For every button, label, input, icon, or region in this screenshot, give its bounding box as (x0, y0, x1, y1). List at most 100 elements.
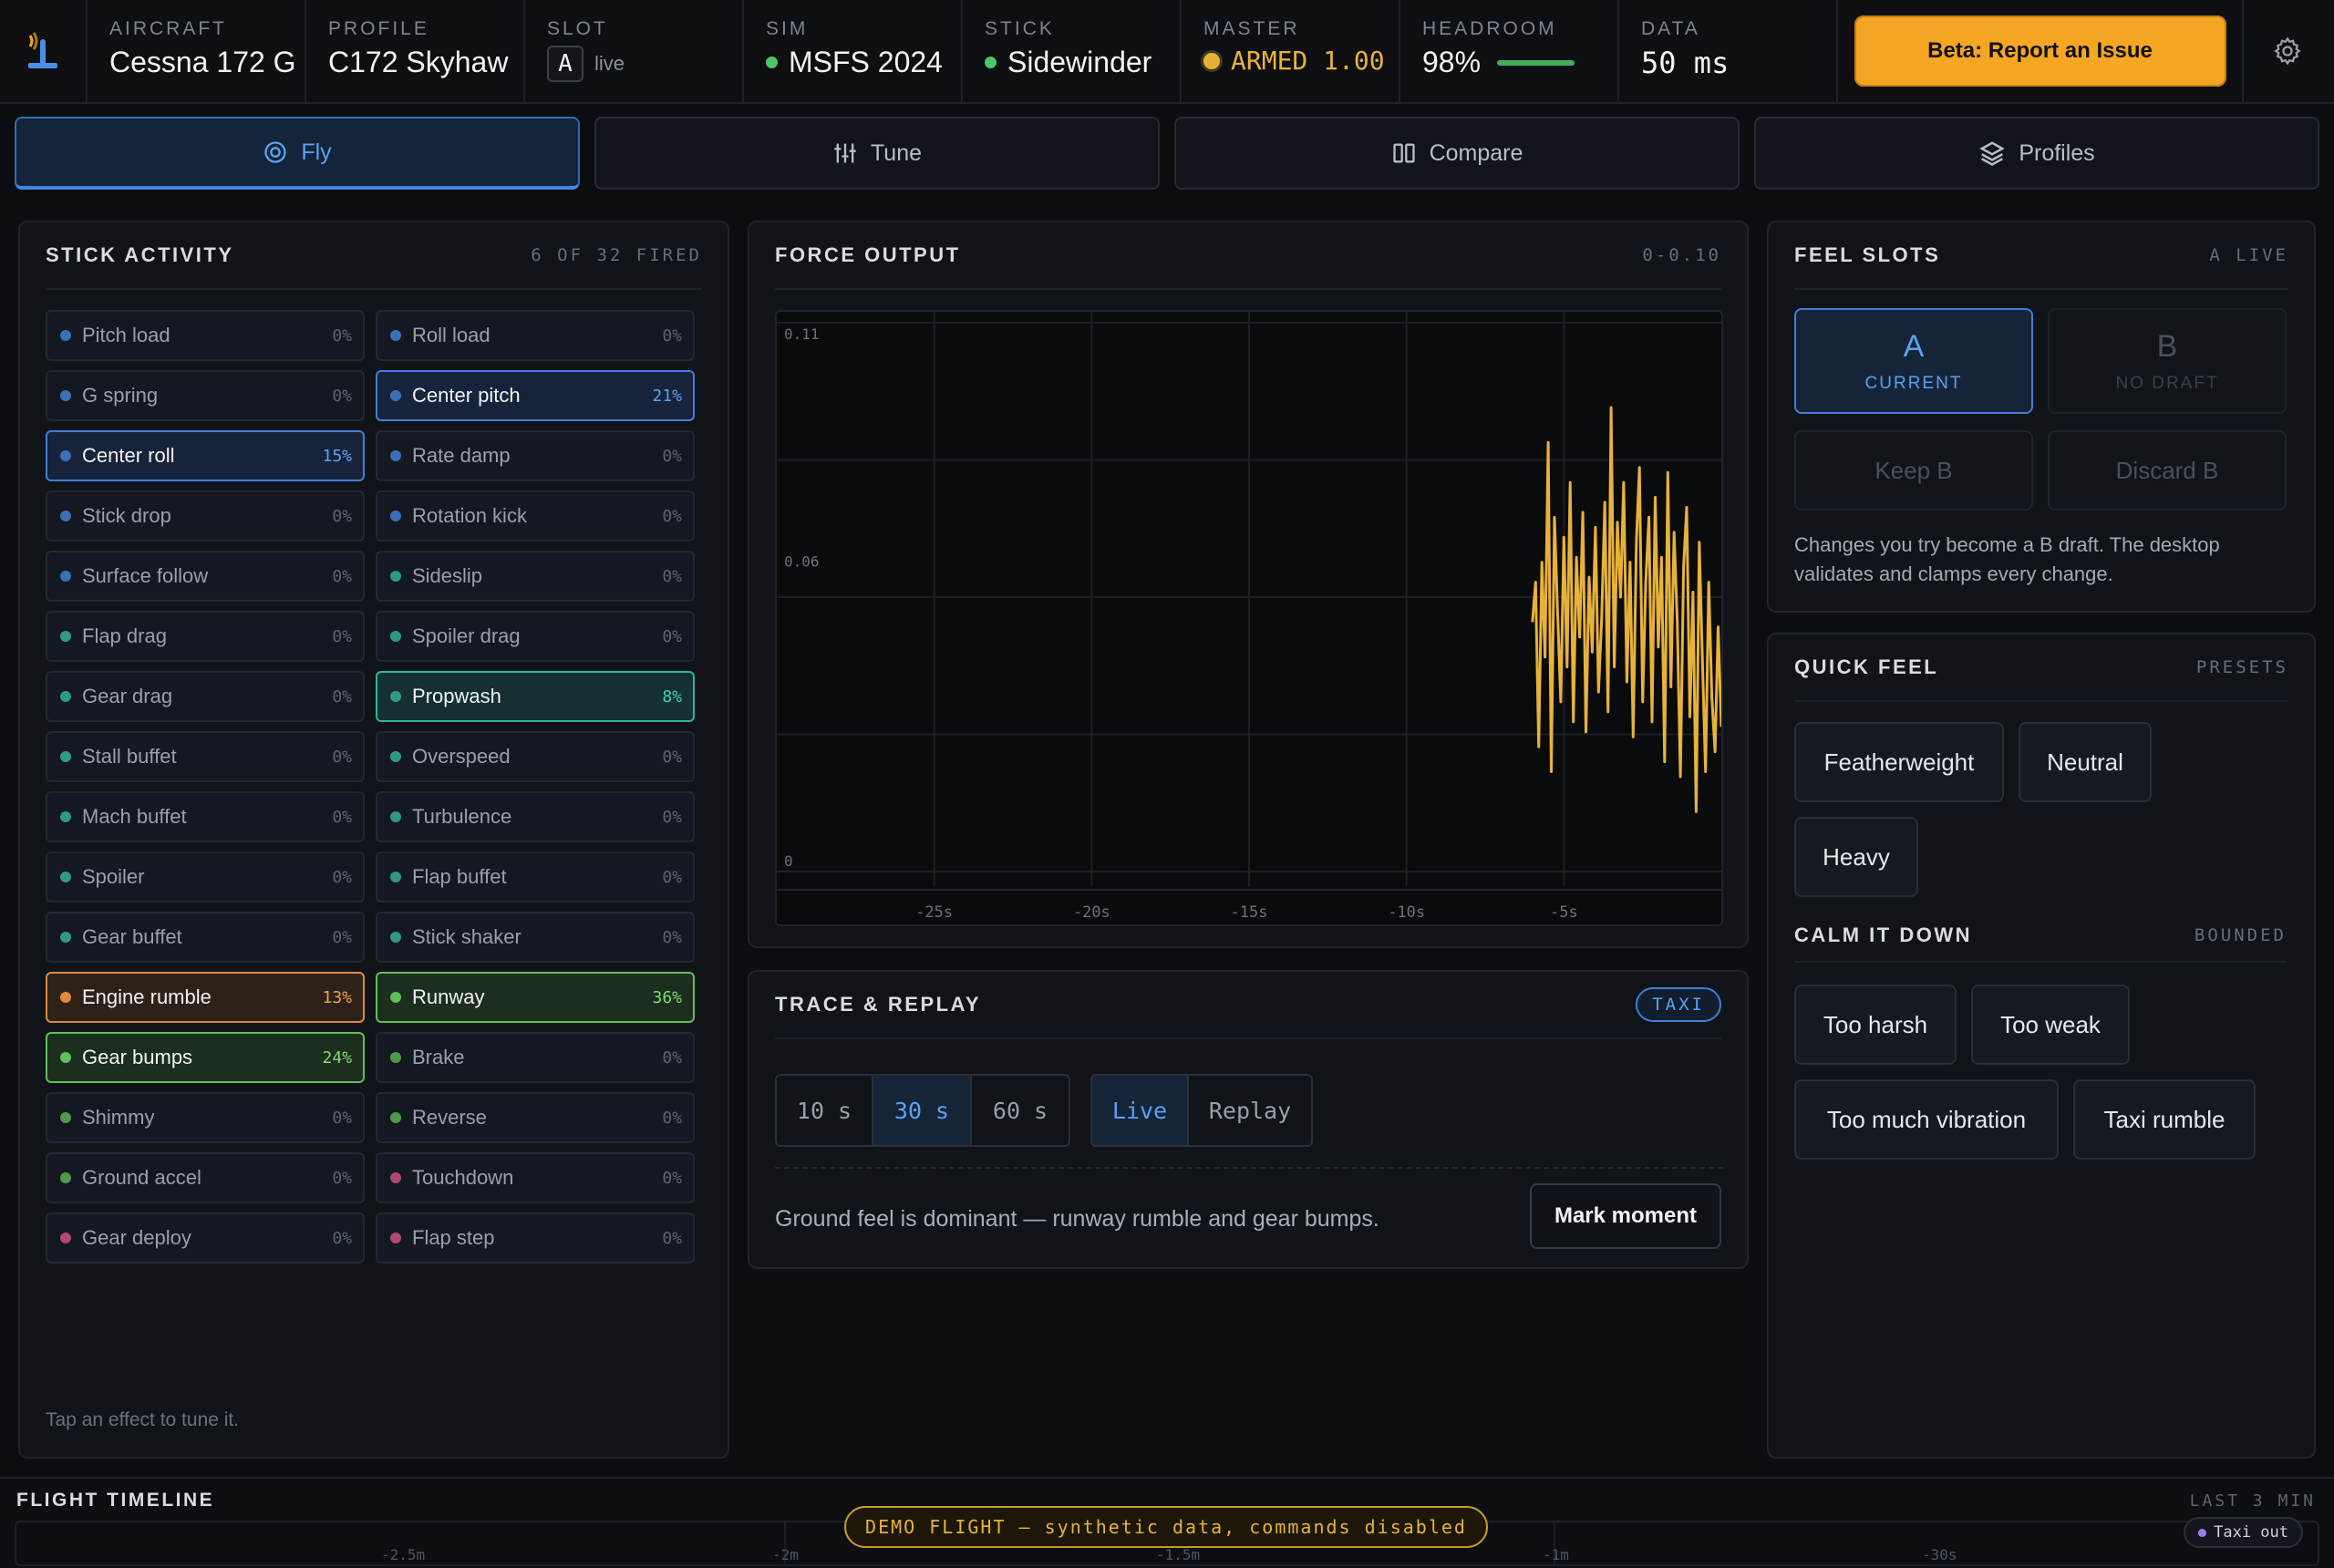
effect-name: Shimmy (82, 1106, 155, 1129)
slot-status[interactable]: SLOT A live (525, 0, 744, 102)
taxi-out-dot (2198, 1528, 2207, 1537)
slot-b-card[interactable]: B NO DRAFT (2048, 308, 2287, 414)
chart-x-tick-label: -20s (1073, 903, 1110, 922)
master-armed-dot (1203, 52, 1220, 69)
effect-category-dot (60, 1112, 71, 1123)
taxi-out-marker[interactable]: Taxi out (2184, 1517, 2303, 1548)
window-30s-button[interactable]: 30 s (873, 1076, 972, 1145)
master-label: MASTER (1203, 18, 1300, 39)
preset-neutral-button[interactable]: Neutral (2019, 722, 2152, 802)
effect-category-dot (390, 511, 401, 521)
effect-gear-bumps-button[interactable]: Gear bumps 24% (46, 1032, 365, 1083)
effect-stick-drop-button[interactable]: Stick drop 0% (46, 490, 365, 542)
effect-brake-button[interactable]: Brake 0% (376, 1032, 695, 1083)
slot-a-card[interactable]: A CURRENT (1794, 308, 2033, 414)
mark-moment-button[interactable]: Mark moment (1530, 1183, 1721, 1249)
effect-stall-buffet-button[interactable]: Stall buffet 0% (46, 731, 365, 782)
quick-feel-panel: QUICK FEEL PRESETS Featherweight Neutral… (1767, 633, 2316, 1459)
too-weak-button[interactable]: Too weak (1971, 985, 2130, 1065)
effect-flap-drag-button[interactable]: Flap drag 0% (46, 611, 365, 662)
live-mode-button[interactable]: Live (1092, 1076, 1189, 1145)
effect-flap-step-button[interactable]: Flap step 0% (376, 1212, 695, 1264)
tab-fly[interactable]: Fly (15, 117, 580, 190)
effect-category-dot (390, 390, 401, 401)
chart-y-tick-label: 0.06 (784, 553, 820, 571)
too-much-vibration-button[interactable]: Too much vibration (1794, 1079, 2059, 1160)
effect-center-roll-button[interactable]: Center roll 15% (46, 430, 365, 481)
effect-name: Mach buffet (82, 805, 187, 828)
window-10s-button[interactable]: 10 s (777, 1076, 873, 1145)
effect-name: Reverse (412, 1106, 487, 1129)
headroom-status: HEADROOM 98% (1400, 0, 1619, 102)
effect-flap-buffet-button[interactable]: Flap buffet 0% (376, 851, 695, 903)
effect-spoiler-button[interactable]: Spoiler 0% (46, 851, 365, 903)
effect-percent: 0% (332, 566, 352, 586)
effect-mach-buffet-button[interactable]: Mach buffet 0% (46, 791, 365, 842)
effect-overspeed-button[interactable]: Overspeed 0% (376, 731, 695, 782)
effect-rotation-kick-button[interactable]: Rotation kick 0% (376, 490, 695, 542)
fired-count: 6 OF 32 FIRED (531, 245, 702, 265)
keep-b-button[interactable]: Keep B (1794, 430, 2033, 511)
effect-name: Flap buffet (412, 865, 507, 888)
effect-engine-rumble-button[interactable]: Engine rumble 13% (46, 972, 365, 1023)
chart-x-tick-label: -15s (1231, 903, 1268, 922)
effect-stick-shaker-button[interactable]: Stick shaker 0% (376, 912, 695, 963)
effect-percent: 8% (662, 686, 682, 707)
preset-heavy-button[interactable]: Heavy (1794, 817, 1918, 897)
calm-it-down-header: CALM IT DOWN BOUNDED (1794, 910, 2287, 963)
effect-propwash-button[interactable]: Propwash 8% (376, 671, 695, 722)
effect-ground-accel-button[interactable]: Ground accel 0% (46, 1152, 365, 1203)
effect-g-spring-button[interactable]: G spring 0% (46, 370, 365, 421)
force-output-series-line (1531, 406, 1723, 813)
effect-spoiler-drag-button[interactable]: Spoiler drag 0% (376, 611, 695, 662)
tab-profiles[interactable]: Profiles (1754, 117, 2319, 190)
tab-tune-label: Tune (870, 139, 923, 166)
taxi-rumble-button[interactable]: Taxi rumble (2073, 1079, 2256, 1160)
feel-slots-title: FEEL SLOTS (1794, 243, 1941, 266)
stick-status-dot (985, 57, 997, 68)
tab-compare-label: Compare (1429, 139, 1523, 166)
effect-gear-deploy-button[interactable]: Gear deploy 0% (46, 1212, 365, 1264)
effect-runway-button[interactable]: Runway 36% (376, 972, 695, 1023)
discard-b-button[interactable]: Discard B (2048, 430, 2287, 511)
effect-shimmy-button[interactable]: Shimmy 0% (46, 1092, 365, 1143)
effect-percent: 0% (662, 1168, 682, 1188)
effect-reverse-button[interactable]: Reverse 0% (376, 1092, 695, 1143)
effect-roll-load-button[interactable]: Roll load 0% (376, 310, 695, 361)
tab-compare[interactable]: Compare (1174, 117, 1740, 190)
effect-turbulence-button[interactable]: Turbulence 0% (376, 791, 695, 842)
report-issue-button[interactable]: Beta: Report an Issue (1854, 15, 2226, 87)
effect-gear-buffet-button[interactable]: Gear buffet 0% (46, 912, 365, 963)
profile-status[interactable]: PROFILE C172 Skyhaw (306, 0, 525, 102)
effect-name: Propwash (412, 685, 501, 707)
effect-center-pitch-button[interactable]: Center pitch 21% (376, 370, 695, 421)
master-status[interactable]: MASTER ARMED 1.00 (1182, 0, 1400, 102)
sliders-icon (834, 143, 856, 163)
effect-category-dot (390, 1112, 401, 1123)
effect-name: Engine rumble (82, 985, 212, 1008)
effect-category-dot (60, 691, 71, 702)
settings-button[interactable] (2244, 0, 2331, 102)
stick-status[interactable]: STICK Sidewinder (963, 0, 1182, 102)
effect-gear-drag-button[interactable]: Gear drag 0% (46, 671, 365, 722)
effect-name: Surface follow (82, 564, 209, 587)
effect-touchdown-button[interactable]: Touchdown 0% (376, 1152, 695, 1203)
profile-label: PROFILE (328, 18, 429, 39)
effect-percent: 0% (332, 626, 352, 646)
aircraft-status[interactable]: AIRCRAFT Cessna 172 G (88, 0, 306, 102)
effect-pitch-load-button[interactable]: Pitch load 0% (46, 310, 365, 361)
preset-featherweight-button[interactable]: Featherweight (1794, 722, 2004, 802)
replay-mode-button[interactable]: Replay (1189, 1076, 1311, 1145)
effect-sideslip-button[interactable]: Sideslip 0% (376, 551, 695, 602)
effect-category-dot (60, 1172, 71, 1183)
joystick-logo-icon (28, 32, 57, 68)
window-60s-button[interactable]: 60 s (972, 1076, 1069, 1145)
effect-rate-damp-button[interactable]: Rate damp 0% (376, 430, 695, 481)
effect-surface-follow-button[interactable]: Surface follow 0% (46, 551, 365, 602)
layers-icon (1979, 141, 2006, 166)
tab-tune[interactable]: Tune (594, 117, 1160, 190)
beta-area: Beta: Report an Issue (1838, 0, 2244, 102)
too-harsh-button[interactable]: Too harsh (1794, 985, 1957, 1065)
sim-status[interactable]: SIM MSFS 2024 (744, 0, 963, 102)
timeline-tick-label: -2m (772, 1546, 799, 1563)
